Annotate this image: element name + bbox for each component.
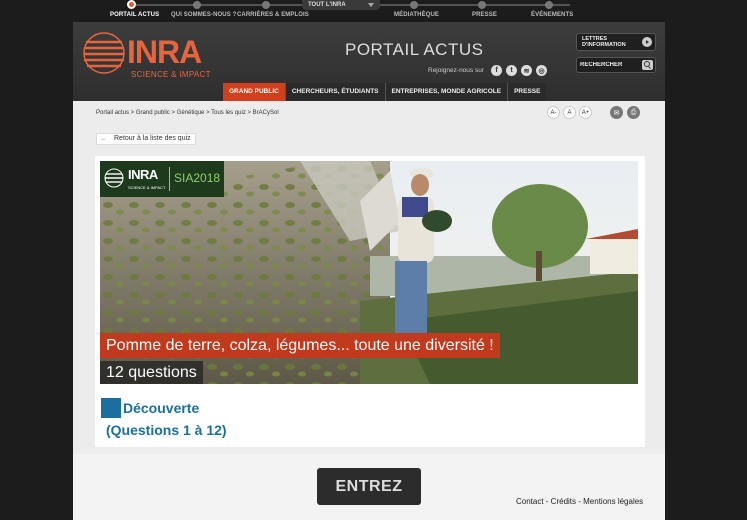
portal-title: PORTAIL ACTUS [345, 40, 484, 59]
tab-entreprises[interactable]: ENTREPRISES, MONDE AGRICOLE [384, 83, 508, 101]
nav-item-carrieres[interactable]: CARRIÈRES & EMPLOIS [237, 12, 309, 18]
logo-wordmark: INRA [127, 34, 202, 70]
nav-dot-portail[interactable] [127, 0, 136, 9]
section-marker-icon [101, 398, 121, 418]
question-range: (Questions 1 à 12) [106, 422, 227, 438]
chevron-down-icon [368, 3, 374, 7]
inra-logo[interactable]: INRA SCIENCE & IMPACT [83, 32, 210, 84]
quiz-title[interactable]: Pomme de terre, colza, légumes... toute … [100, 333, 500, 358]
nav-dot-mediatheque[interactable] [410, 1, 418, 9]
footer-links[interactable]: Contact - Crédits - Mentions légales [516, 497, 643, 506]
rss-icon[interactable]: ≋ [521, 65, 533, 76]
top-navigation: PORTAIL ACTUS QUI SOMMES-NOUS ? CARRIÈRE… [0, 0, 747, 22]
nav-item-qui[interactable]: QUI SOMMES-NOUS ? [171, 12, 236, 18]
globe-logo-icon [83, 32, 125, 74]
print-icon[interactable]: ⎙ [627, 106, 640, 119]
quiz-card[interactable]: INRA SCIENCE & IMPACT SIA2018 Pomme de t… [95, 156, 645, 447]
nav-item-portail[interactable]: PORTAIL ACTUS [110, 12, 159, 18]
search-input[interactable] [580, 59, 640, 71]
search-box [576, 57, 656, 73]
social-label: Rejoignez-nous sur [428, 67, 485, 74]
badge-tagline: SCIENCE & IMPACT [128, 185, 166, 190]
back-to-quiz-list-link[interactable]: ⇦ Retour à la liste des quiz [96, 133, 196, 145]
nav-item-presse[interactable]: PRESSE [472, 12, 497, 18]
sia2018-badge: INRA SCIENCE & IMPACT SIA2018 [100, 161, 224, 197]
social-links: Rejoignez-nous sur f t ≋ ◎ [428, 65, 548, 76]
play-arrow-icon [642, 37, 652, 47]
quiz-question-count: 12 questions [100, 361, 203, 384]
nav-dot-carrieres[interactable] [262, 1, 270, 9]
enter-button[interactable]: ENTREZ [317, 468, 421, 505]
nav-dot-presse[interactable] [478, 1, 486, 9]
nav-dot-qui[interactable] [193, 1, 201, 9]
section-heading[interactable]: Découverte [101, 398, 199, 418]
newsletter-label: LETTRES D'INFORMATION [582, 36, 626, 48]
badge-year: SIA2018 [174, 171, 221, 185]
page-tools: ✉ ⎙ [610, 106, 640, 119]
breadcrumb[interactable]: Portail actus > Grand public > Génétique… [96, 110, 279, 116]
tab-chercheurs[interactable]: CHERCHEURS, ÉTUDIANTS [284, 83, 385, 101]
instagram-icon[interactable]: ◎ [536, 65, 548, 76]
font-reset-button[interactable]: A [563, 106, 576, 119]
back-arrow-icon: ⇦ [101, 137, 106, 143]
newsletter-button[interactable]: LETTRES D'INFORMATION [576, 33, 656, 51]
site-header: INRA SCIENCE & IMPACT PORTAIL ACTUS Rejo… [73, 22, 665, 101]
nav-item-evenements[interactable]: ÉVÉNEMENTS [531, 12, 573, 18]
logo-tagline: SCIENCE & IMPACT [131, 70, 211, 79]
page: INRA SCIENCE & IMPACT PORTAIL ACTUS Rejo… [73, 22, 665, 520]
mail-icon[interactable]: ✉ [610, 106, 623, 119]
badge-separator [169, 167, 170, 191]
font-increase-button[interactable]: A+ [579, 106, 592, 119]
search-icon[interactable] [642, 60, 653, 70]
tout-inra-label: TOUT L'INRA [308, 2, 346, 8]
tab-grand-public[interactable]: GRAND PUBLIC [223, 83, 285, 101]
page-footer: ENTREZ Contact - Crédits - Mentions léga… [73, 454, 665, 520]
section-title: Découverte [123, 400, 200, 416]
badge-wordmark: INRA [128, 167, 158, 182]
nav-dot-evenements[interactable] [545, 1, 553, 9]
back-link-label: Retour à la liste des quiz [114, 135, 191, 142]
badge-inra-logo: INRA SCIENCE & IMPACT [104, 165, 166, 193]
tab-presse[interactable]: PRESSE [507, 83, 547, 101]
font-decrease-button[interactable]: A- [547, 106, 560, 119]
badge-globe-icon [104, 168, 124, 188]
twitter-icon[interactable]: t [506, 65, 518, 76]
facebook-icon[interactable]: f [491, 65, 503, 76]
font-size-controls: A- A A+ [547, 106, 592, 119]
quiz-banner[interactable]: INRA SCIENCE & IMPACT SIA2018 Pomme de t… [100, 161, 638, 384]
tout-inra-dropdown[interactable]: TOUT L'INRA [302, 0, 380, 10]
nav-item-mediatheque[interactable]: MÉDIATHÈQUE [394, 12, 439, 18]
audience-tabs: GRAND PUBLIC CHERCHEURS, ÉTUDIANTS ENTRE… [223, 83, 547, 101]
